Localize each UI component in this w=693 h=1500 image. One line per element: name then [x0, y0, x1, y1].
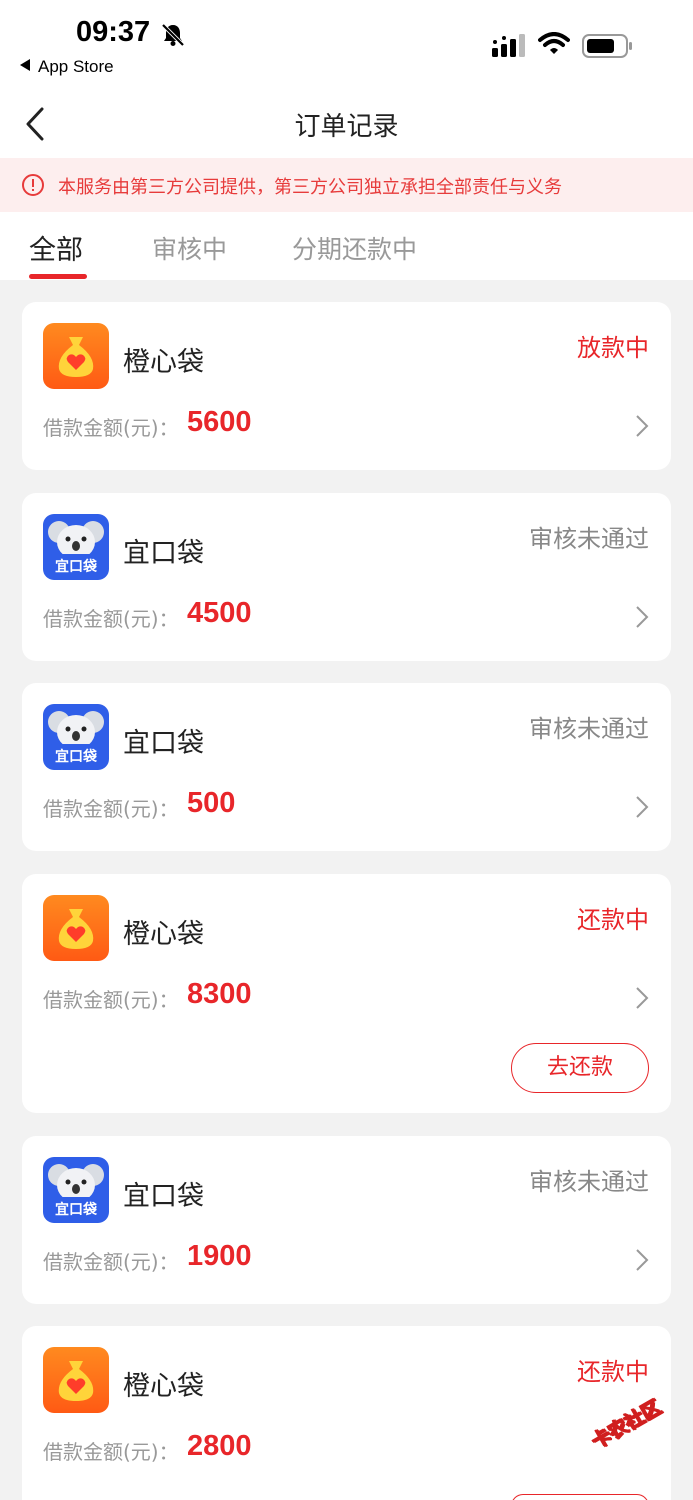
koala-logo-text: 宜口袋 — [55, 1202, 97, 1218]
chevron-right-icon — [636, 796, 649, 818]
koala-icon: 宜口袋 — [43, 1157, 109, 1223]
order-card[interactable]: 橙心袋 还款中 借款金额(元)： 2800 — [22, 1326, 671, 1500]
back-app-label: App Store — [38, 57, 114, 76]
koala-logo-text: 宜口袋 — [55, 559, 97, 575]
disclaimer-text: 本服务由第三方公司提供，第三方公司独立承担全部责任与义务 — [58, 177, 562, 198]
repay-button-partial[interactable] — [511, 1494, 649, 1500]
chevron-right-icon — [636, 1249, 649, 1271]
status-time: 09:37 — [76, 16, 151, 48]
loan-amount: 2800 — [187, 1430, 252, 1462]
order-status: 放款中 — [577, 334, 649, 362]
order-status: 审核未通过 — [529, 1168, 649, 1196]
order-card[interactable]: 宜口袋 宜口袋 审核未通过 借款金额(元)： 1900 — [22, 1136, 671, 1304]
amount-label: 借款金额(元)： — [43, 1440, 179, 1464]
order-status: 审核未通过 — [529, 525, 649, 553]
amount-label: 借款金额(元)： — [43, 988, 179, 1012]
amount-label: 借款金额(元)： — [43, 607, 179, 631]
koala-icon: 宜口袋 — [43, 704, 109, 770]
orange-money-bag-icon — [43, 323, 109, 389]
nav-bar: 订单记录 — [0, 90, 693, 158]
order-status: 审核未通过 — [529, 715, 649, 743]
back-triangle-icon — [20, 59, 30, 71]
order-card[interactable]: 橙心袋 放款中 借款金额(元)： 5600 — [22, 302, 671, 470]
amount-label: 借款金额(元)： — [43, 797, 179, 821]
tab-under-review[interactable]: 审核中 — [152, 230, 227, 266]
alert-circle-icon — [22, 174, 44, 196]
koala-icon: 宜口袋 — [43, 514, 109, 580]
order-status: 还款中 — [577, 1358, 649, 1386]
orange-money-bag-icon — [43, 895, 109, 961]
repay-button[interactable]: 去还款 — [511, 1043, 649, 1093]
battery-icon — [582, 34, 632, 58]
app-name: 橙心袋 — [123, 1371, 204, 1402]
bell-muted-icon — [161, 23, 185, 47]
tab-installment-repaying[interactable]: 分期还款中 — [292, 230, 417, 266]
app-name: 宜口袋 — [123, 538, 204, 569]
status-bar: 09:37 App Store — [0, 0, 693, 90]
disclaimer-banner: 本服务由第三方公司提供，第三方公司独立承担全部责任与义务 — [0, 158, 693, 212]
active-tab-indicator — [29, 274, 87, 279]
loan-amount: 5600 — [187, 406, 252, 438]
app-name: 橙心袋 — [123, 919, 204, 950]
tab-bar: 全部 审核中 分期还款中 — [0, 212, 693, 280]
loan-amount: 8300 — [187, 978, 252, 1010]
back-to-app-store[interactable]: App Store — [20, 57, 114, 77]
order-card[interactable]: 宜口袋 宜口袋 审核未通过 借款金额(元)： 500 — [22, 683, 671, 851]
order-status: 还款中 — [577, 906, 649, 934]
loan-amount: 500 — [187, 787, 236, 819]
wifi-icon — [538, 32, 570, 54]
orange-money-bag-icon — [43, 1347, 109, 1413]
page-title: 订单记录 — [294, 112, 399, 142]
app-name: 宜口袋 — [123, 1181, 204, 1212]
koala-logo-text: 宜口袋 — [55, 749, 97, 765]
loan-amount: 1900 — [187, 1240, 252, 1272]
chevron-right-icon — [636, 415, 649, 437]
amount-label: 借款金额(元)： — [43, 1250, 179, 1274]
app-name: 宜口袋 — [123, 728, 204, 759]
loan-amount: 4500 — [187, 597, 252, 629]
chevron-right-icon — [636, 987, 649, 1009]
cellular-signal-icon — [492, 34, 525, 57]
tab-all[interactable]: 全部 — [29, 228, 83, 267]
app-name: 橙心袋 — [123, 347, 204, 378]
amount-label: 借款金额(元)： — [43, 416, 179, 440]
chevron-right-icon — [636, 606, 649, 628]
order-card[interactable]: 橙心袋 还款中 借款金额(元)： 8300 去还款 — [22, 874, 671, 1113]
order-card[interactable]: 宜口袋 宜口袋 审核未通过 借款金额(元)： 4500 — [22, 493, 671, 661]
